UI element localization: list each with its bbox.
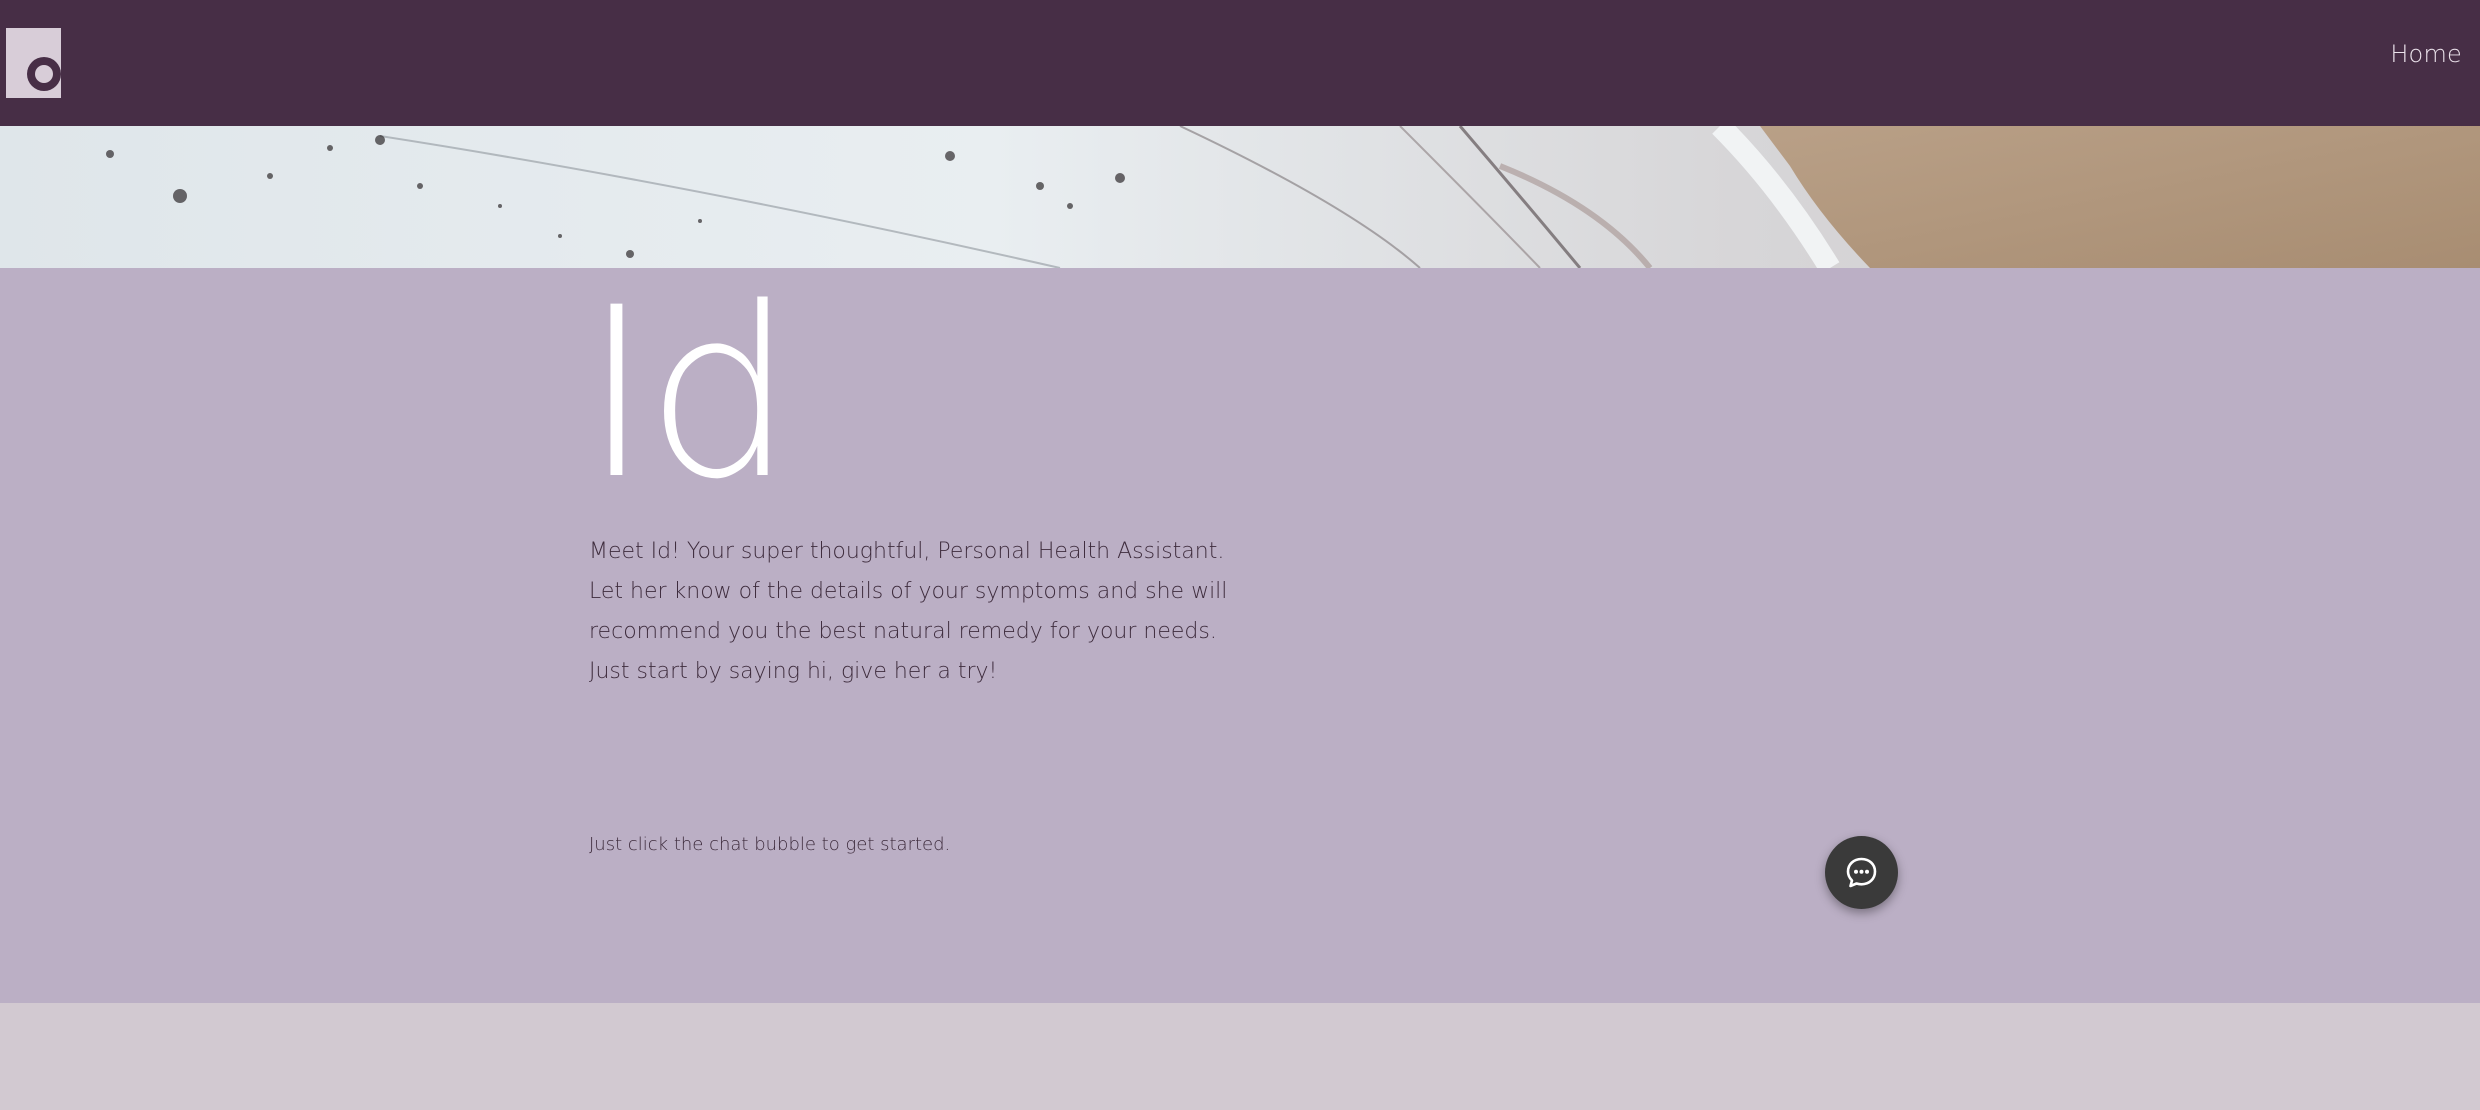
footer-band <box>0 1003 2480 1110</box>
chat-button[interactable] <box>1825 836 1898 909</box>
svg-text:Id: Id <box>582 290 788 500</box>
hero-banner-image <box>0 126 2480 268</box>
nav-home-link[interactable]: Home <box>2390 40 2462 68</box>
chat-bubble-icon <box>1846 857 1877 888</box>
hero-cta-text: Just click the chat bubble to get starte… <box>589 834 951 855</box>
site-header: Home <box>0 0 2480 126</box>
site-logo[interactable] <box>6 28 66 98</box>
hero-description: Meet Id! Your super thoughtful, Personal… <box>589 539 1228 684</box>
site-logo-icon <box>6 28 61 98</box>
brand-wordmark: Id <box>582 290 794 500</box>
hero-section: Id Meet Id! Your super thoughtful, Perso… <box>0 268 2480 1003</box>
